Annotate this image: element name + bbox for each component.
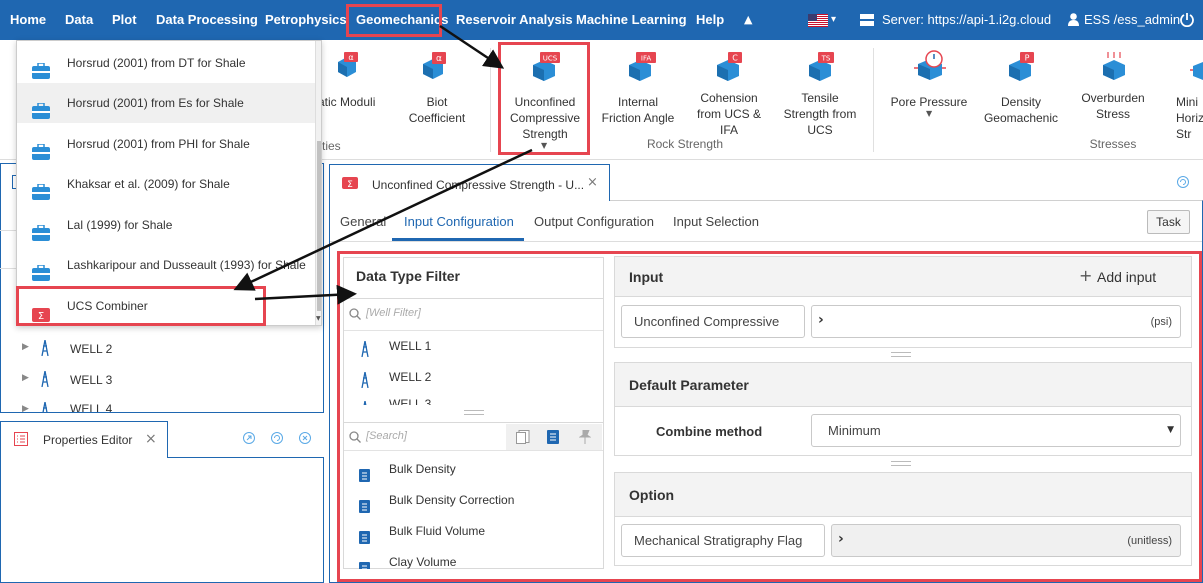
close-circle-icon[interactable] (299, 432, 311, 447)
us-flag-icon[interactable] (808, 14, 828, 27)
nav-help[interactable]: Help (696, 0, 724, 40)
language-caret-icon[interactable]: ▾ (831, 0, 836, 40)
dropdown-item-horsrud-phi[interactable]: Horsrud (2001) from PHI for Shale (17, 124, 315, 164)
svg-text:C: C (732, 54, 738, 63)
pore-pressure-icon[interactable] (914, 50, 946, 85)
dropdown-item-label: Khaksar et al. (2009) for Shale (67, 177, 230, 191)
nav-petrophysics[interactable]: Petrophysics (265, 0, 347, 40)
pore-pressure-caret-icon[interactable]: ▼ (926, 109, 932, 118)
scroll-down-icon[interactable]: ▼ (316, 315, 321, 322)
nav-home[interactable]: Home (10, 0, 46, 40)
dropdown-item-lal[interactable]: Lal (1999) for Shale (17, 205, 315, 245)
rock-strength-group-label: Rock Strength (646, 137, 724, 151)
tree-item-well-2[interactable]: ▶ WELL 2 (22, 338, 312, 360)
tree-item-label: WELL 4 (70, 402, 113, 412)
stresses-group-label: Stresses (1089, 137, 1137, 151)
well-icon (40, 339, 50, 359)
nav-reservoir-analysis[interactable]: Reservoir Analysis (456, 0, 573, 40)
collapse-ribbon-icon[interactable]: ▲ (744, 0, 752, 40)
geomechanics-highlight (346, 4, 442, 37)
task-button[interactable]: Task (1147, 210, 1190, 234)
pore-pressure-button[interactable]: Pore Pressure (888, 94, 970, 110)
ribbon-divider (490, 48, 491, 152)
top-navbar: Home Data Plot Data Processing Petrophys… (0, 0, 1203, 40)
tree-item-label: WELL 3 (70, 373, 113, 387)
nav-data-processing[interactable]: Data Processing (156, 0, 258, 40)
close-icon[interactable]: × (145, 431, 157, 447)
density-button[interactable]: Density Geomachenic (980, 94, 1062, 126)
biot-coefficient-icon[interactable]: α (420, 52, 448, 83)
dropdown-item-label: Horsrud (2001) from DT for Shale (67, 56, 246, 70)
close-icon[interactable]: × (587, 175, 598, 190)
nav-data[interactable]: Data (65, 0, 93, 40)
dropdown-item-lashkaripour[interactable]: Lashkaripour and Dusseault (1993) for Sh… (17, 245, 315, 285)
properties-list-icon (14, 432, 28, 449)
svg-text:α: α (436, 54, 442, 64)
ucs-method-dropdown: Horsrud (2001) from DT for Shale Horsrud… (16, 40, 322, 326)
svg-text:P: P (1025, 54, 1030, 63)
dropdown-item-label: Horsrud (2001) from Es for Shale (67, 96, 244, 110)
popout-icon[interactable] (243, 432, 255, 447)
server-icon (860, 14, 874, 29)
biot-coefficient-button[interactable]: Biot Coefficient (402, 94, 472, 126)
dropdown-item-label: Lal (1999) for Shale (67, 218, 173, 232)
dropdown-item-label: Lashkaripour and Dusseault (1993) for Sh… (67, 258, 306, 272)
tensile-button[interactable]: Tensile Strength from UCS (780, 90, 860, 138)
tree-item-well-3[interactable]: ▶ WELL 3 (22, 369, 312, 391)
properties-editor-panel (0, 457, 324, 583)
cohesion-button[interactable]: Cohension from UCS & IFA (690, 90, 768, 138)
dropdown-item-khaksar[interactable]: Khaksar et al. (2009) for Shale (17, 164, 315, 204)
static-moduli-icon[interactable]: α (334, 52, 360, 81)
ribbon-static-moduli-label[interactable]: atic Moduli (318, 94, 378, 110)
ribbon-group-properties-label: rties (318, 139, 341, 153)
ucs-combiner-highlight (16, 286, 266, 326)
dropdown-scrollbar[interactable]: ▼ (315, 41, 321, 325)
overburden-icon[interactable] (1100, 52, 1128, 83)
ucs-highlight (498, 42, 590, 155)
well-icon (40, 401, 50, 412)
nav-plot[interactable]: Plot (112, 0, 137, 40)
refresh-icon[interactable] (1177, 176, 1189, 191)
user-label[interactable]: ESS /ess_admin (1084, 0, 1180, 40)
svg-text:α: α (348, 53, 353, 62)
document-tab-title: Unconfined Compressive Strength - U... (372, 178, 585, 192)
min-horizontal-stress-button[interactable]: Mini Horiz Str (1176, 94, 1203, 142)
expand-caret-icon[interactable]: ▶ (22, 342, 29, 352)
refresh-icon[interactable] (271, 432, 283, 447)
ifa-button[interactable]: Internal Friction Angle (598, 94, 678, 126)
overburden-button[interactable]: Overburden Stress (1075, 90, 1151, 122)
expand-caret-icon[interactable]: ▶ (22, 404, 29, 412)
dropdown-item-horsrud-es[interactable]: Horsrud (2001) from Es for Shale (17, 83, 315, 123)
main-config-highlight (337, 251, 1202, 582)
tree-item-label: WELL 2 (70, 342, 113, 356)
svg-text:Σ: Σ (347, 180, 353, 189)
nav-machine-learning[interactable]: Machine Learning (576, 0, 687, 40)
svg-text:IFA: IFA (641, 55, 651, 63)
properties-editor-tab[interactable]: Properties Editor × (0, 421, 168, 458)
logout-icon[interactable] (1180, 13, 1194, 30)
svg-text:TS: TS (821, 55, 831, 63)
tensile-icon[interactable]: TS (806, 52, 836, 85)
tab-bar-divider (330, 241, 1202, 242)
cohesion-icon[interactable]: C (714, 52, 744, 85)
dropdown-item-horsrud-dt[interactable]: Horsrud (2001) from DT for Shale (17, 43, 315, 83)
tab-output-configuration[interactable]: Output Configuration (534, 214, 654, 229)
tab-input-configuration[interactable]: Input Configuration (404, 214, 514, 229)
server-label: Server: https://api-1.i2g.cloud (882, 12, 1052, 27)
ribbon-divider (873, 48, 874, 152)
tab-general[interactable]: General (340, 214, 386, 229)
ifa-icon[interactable]: IFA (626, 52, 656, 85)
expand-caret-icon[interactable]: ▶ (22, 373, 29, 383)
density-icon[interactable]: P (1006, 52, 1036, 85)
user-icon (1068, 13, 1079, 29)
well-icon (40, 370, 50, 390)
sigma-icon: Σ (342, 177, 358, 192)
tab-input-selection[interactable]: Input Selection (673, 214, 759, 229)
document-tab[interactable]: Σ Unconfined Compressive Strength - U...… (329, 164, 610, 201)
scrollbar-thumb[interactable] (317, 141, 321, 311)
properties-editor-title: Properties Editor (43, 433, 133, 447)
tree-item-well-4[interactable]: ▶ WELL 4 (22, 400, 312, 412)
dropdown-item-label: Horsrud (2001) from PHI for Shale (67, 137, 250, 151)
min-horizontal-stress-icon[interactable] (1190, 56, 1203, 85)
